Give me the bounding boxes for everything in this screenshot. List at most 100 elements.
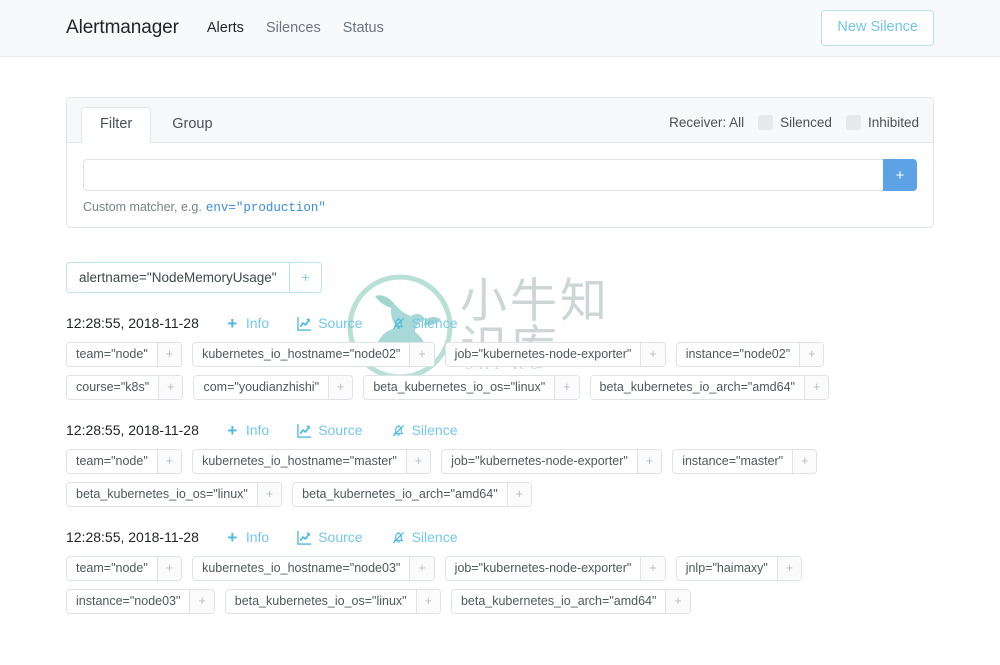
label-chip-text: com="youdianzhishi" [203, 380, 320, 395]
silence-label: Silence [411, 529, 458, 546]
label-chip[interactable]: beta_kubernetes_io_os="linux" + [363, 375, 580, 401]
label-chip[interactable]: kubernetes_io_hostname="master" + [192, 449, 432, 475]
nav-item-status[interactable]: Status [343, 20, 384, 36]
chart-icon [297, 423, 312, 438]
label-chip-text: course="k8s" [76, 380, 150, 395]
plus-icon: + [227, 420, 238, 440]
label-chip-text: kubernetes_io_hostname="master" [202, 454, 397, 469]
label-chip-add-icon[interactable]: + [156, 450, 182, 474]
label-chip[interactable]: instance="node02" + [675, 342, 825, 368]
label-chip-add-icon[interactable]: + [799, 343, 824, 367]
label-chip-add-icon[interactable]: + [640, 343, 665, 367]
label-chip-text: instance="node02" [685, 347, 791, 362]
alert-timestamp: 12:28:55, 2018-11-28 [66, 315, 199, 332]
label-chip-add-icon[interactable]: + [803, 376, 829, 400]
filter-card-header: Filter Group Receiver: All Silenced Inhi… [67, 98, 933, 144]
source-label: Source [318, 529, 363, 546]
new-silence-button[interactable]: New Silence [821, 10, 934, 46]
label-chip-add-icon[interactable]: + [256, 483, 282, 507]
label-chip[interactable]: instance="master" + [672, 449, 818, 475]
inhibited-checkbox-item[interactable]: Inhibited [845, 115, 919, 131]
silenced-checkbox[interactable] [758, 115, 774, 131]
main-nav: Alerts Silences Status [207, 20, 384, 36]
nav-item-silences[interactable]: Silences [266, 20, 321, 36]
matcher-input[interactable] [83, 159, 883, 192]
page-content: Filter Group Receiver: All Silenced Inhi… [0, 57, 1000, 615]
label-chip-add-icon[interactable]: + [640, 557, 665, 581]
source-link[interactable]: Source [297, 529, 363, 546]
label-chip[interactable]: job="kubernetes-node-exporter" + [444, 556, 666, 582]
label-chip-text: beta_kubernetes_io_arch="amd64" [599, 380, 795, 395]
label-chip[interactable]: jnlp="haimaxy" + [675, 556, 803, 582]
label-chip[interactable]: kubernetes_io_hostname="node02" + [192, 342, 435, 368]
tab-filter[interactable]: Filter [81, 107, 152, 144]
label-chip-add-icon[interactable]: + [554, 376, 579, 400]
label-chip-add-icon[interactable]: + [409, 343, 434, 367]
alert-labels: team="node" + kubernetes_io_hostname="nod… [66, 556, 934, 615]
inhibited-checkbox[interactable] [845, 115, 861, 131]
silenced-label: Silenced [780, 115, 832, 131]
silenced-checkbox-item[interactable]: Silenced [758, 115, 832, 131]
label-chip-add-icon[interactable]: + [665, 590, 690, 614]
filter-card-body: + Custom matcher, e.g. env="production" [67, 143, 933, 227]
label-chip-text: job="kubernetes-node-exporter" [454, 347, 632, 362]
tab-group[interactable]: Group [153, 107, 231, 143]
label-chip-add-icon[interactable]: + [415, 590, 440, 614]
alert-meta: 12:28:55, 2018-11-28 + Info Source Silen… [66, 315, 934, 332]
label-chip-add-icon[interactable]: + [156, 343, 182, 367]
label-chip[interactable]: beta_kubernetes_io_os="linux" + [66, 482, 283, 508]
label-chip[interactable]: team="node" + [66, 342, 183, 368]
alert-item: 12:28:55, 2018-11-28 + Info Source Silen… [66, 420, 934, 508]
matcher-help-label: Custom matcher, e.g. [83, 200, 202, 215]
label-chip[interactable]: beta_kubernetes_io_arch="amd64" + [450, 589, 691, 615]
active-filter-add-icon[interactable]: + [288, 263, 322, 293]
label-chip[interactable]: com="youdianzhishi" + [193, 375, 354, 401]
label-chip-add-icon[interactable]: + [158, 376, 183, 400]
source-link[interactable]: Source [297, 315, 363, 331]
label-chip-add-icon[interactable]: + [156, 557, 182, 581]
info-button[interactable]: + Info [225, 420, 269, 440]
bell-slash-icon [391, 530, 406, 545]
label-chip-text: kubernetes_io_hostname="node03" [202, 561, 401, 576]
bell-slash-icon [391, 316, 406, 331]
source-link[interactable]: Source [297, 422, 363, 438]
receiver-label[interactable]: Receiver: All [669, 115, 744, 130]
label-chip-text: beta_kubernetes_io_os="linux" [373, 380, 546, 395]
label-chip-add-icon[interactable]: + [636, 450, 662, 474]
label-chip-add-icon[interactable]: + [792, 450, 817, 474]
chart-icon [297, 530, 312, 545]
app-brand: Alertmanager [66, 17, 179, 38]
info-button[interactable]: + Info [225, 529, 269, 546]
label-chip[interactable]: job="kubernetes-node-exporter" + [441, 449, 663, 475]
silence-button[interactable]: Silence [391, 315, 458, 331]
nav-item-alerts[interactable]: Alerts [207, 20, 244, 36]
active-filter-pill[interactable]: alertname="NodeMemoryUsage" + [66, 262, 323, 294]
label-chip-add-icon[interactable]: + [506, 483, 531, 507]
alert-labels: team="node" + kubernetes_io_hostname="mas… [66, 449, 934, 508]
silence-button[interactable]: Silence [391, 529, 458, 545]
label-chip[interactable]: instance="node03" + [66, 589, 215, 615]
label-chip[interactable]: team="node" + [66, 556, 183, 582]
active-filter-text: alertname="NodeMemoryUsage" [79, 270, 277, 286]
label-chip-text: job="kubernetes-node-exporter" [451, 454, 628, 469]
label-chip-add-icon[interactable]: + [405, 450, 431, 474]
silence-button[interactable]: Silence [391, 422, 458, 438]
label-chip-add-icon[interactable]: + [776, 557, 802, 581]
add-matcher-button[interactable]: + [883, 159, 917, 192]
label-chip[interactable]: team="node" + [66, 449, 183, 475]
label-chip-add-icon[interactable]: + [409, 557, 434, 581]
label-chip-text: kubernetes_io_hostname="node02" [202, 347, 401, 362]
label-chip-add-icon[interactable]: + [328, 376, 353, 400]
label-chip[interactable]: beta_kubernetes_io_arch="amd64" + [589, 375, 830, 401]
label-chip[interactable]: kubernetes_io_hostname="node03" + [192, 556, 435, 582]
label-chip-text: job="kubernetes-node-exporter" [454, 561, 632, 576]
label-chip-add-icon[interactable]: + [189, 590, 214, 614]
info-button[interactable]: + Info [225, 315, 269, 332]
alert-list: 12:28:55, 2018-11-28 + Info Source Silen… [66, 315, 934, 615]
chart-icon [297, 316, 312, 331]
label-chip[interactable]: beta_kubernetes_io_os="linux" + [224, 589, 441, 615]
label-chip[interactable]: job="kubernetes-node-exporter" + [444, 342, 666, 368]
label-chip-text: team="node" [76, 454, 148, 469]
label-chip[interactable]: course="k8s" + [66, 375, 184, 401]
label-chip[interactable]: beta_kubernetes_io_arch="amd64" + [292, 482, 532, 508]
